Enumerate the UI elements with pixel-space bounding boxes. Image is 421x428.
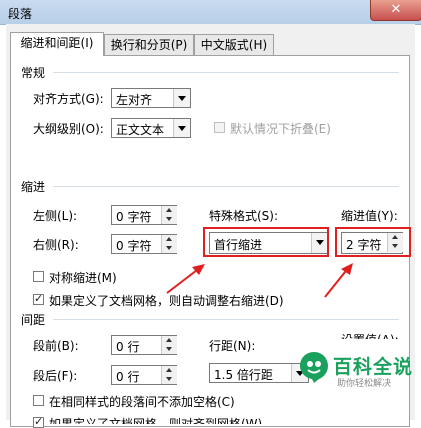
brand-logo-icon: [300, 352, 328, 383]
line-spacing-value: 1.5 倍行距: [214, 368, 273, 382]
alignment-select[interactable]: 左对齐: [111, 88, 191, 108]
outline-level-select[interactable]: 正文文本: [111, 118, 191, 138]
tab-asian-typography[interactable]: 中文版式(H): [194, 34, 274, 55]
chevron-down-icon[interactable]: [173, 119, 190, 137]
space-after-spinner[interactable]: 0 行: [111, 365, 177, 385]
auto-adjust-indent-label: 如果定义了文档网格，则自动调整右缩进(D): [49, 294, 284, 308]
dialog-title: 段落: [8, 7, 33, 21]
mirror-indents-checkbox[interactable]: [33, 271, 44, 282]
title-bar: 段落 ✕: [0, 0, 421, 25]
right-indent-label: 右侧(R):: [33, 238, 79, 252]
line-spacing-label: 行距(N):: [209, 339, 256, 353]
special-format-label: 特殊格式(S):: [209, 209, 279, 223]
spin-down-icon[interactable]: [161, 345, 177, 354]
line-spacing-at-label: 设置值(A):: [341, 331, 399, 339]
indent-by-label: 缩进值(Y):: [341, 209, 398, 223]
chevron-down-icon[interactable]: [173, 89, 190, 107]
spin-down-icon[interactable]: [161, 375, 177, 384]
brand-slogan: 助你轻松解决: [337, 379, 392, 389]
section-indent-heading: 缩进: [21, 180, 46, 194]
left-indent-spinner[interactable]: 0 字符: [111, 205, 177, 225]
space-before-label: 段前(B):: [33, 339, 79, 353]
annotation-highlight-indent-by: [335, 227, 411, 257]
collapse-label: 默认情况下折叠(E): [230, 122, 331, 136]
left-indent-value: 0 字符: [116, 210, 152, 224]
collapse-checkbox[interactable]: [214, 122, 225, 133]
space-after-label: 段后(F):: [33, 369, 78, 383]
tab-line-page-breaks[interactable]: 换行和分页(P): [104, 34, 194, 55]
divider: [53, 319, 399, 320]
outline-level-value: 正文文本: [116, 123, 165, 137]
section-general-heading: 常规: [21, 66, 46, 80]
tab-indent-spacing[interactable]: 缩进和间距(I): [10, 32, 104, 56]
divider: [53, 186, 399, 187]
right-indent-spinner[interactable]: 0 字符: [111, 234, 177, 254]
auto-adjust-indent-checkbox[interactable]: [33, 292, 44, 305]
space-before-spinner[interactable]: 0 行: [111, 335, 177, 355]
spin-down-icon[interactable]: [161, 215, 177, 224]
section-spacing-heading: 间距: [21, 313, 46, 327]
space-after-value: 0 行: [116, 370, 140, 384]
alignment-value: 左对齐: [116, 93, 153, 107]
left-indent-label: 左侧(L):: [33, 209, 78, 223]
annotation-arrow-right-icon: [324, 263, 353, 298]
alignment-label: 对齐方式(G):: [33, 92, 104, 106]
mirror-indents-label: 对称缩进(M): [49, 271, 117, 285]
no-space-same-style-checkbox[interactable]: [33, 395, 44, 406]
spin-down-icon[interactable]: [161, 244, 177, 253]
outline-level-label: 大纲级别(O):: [33, 122, 104, 136]
divider: [53, 72, 399, 73]
space-before-value: 0 行: [116, 340, 140, 354]
right-indent-value: 0 字符: [116, 239, 152, 253]
line-spacing-select[interactable]: 1.5 倍行距: [209, 363, 309, 383]
close-button[interactable]: ✕: [370, 0, 421, 21]
snap-to-grid-checkbox[interactable]: [33, 415, 44, 428]
no-space-same-style-label: 在相同样式的段落间不添加空格(C): [49, 395, 235, 409]
brand-watermark: 百科全说: [333, 356, 414, 378]
annotation-highlight-special: [203, 227, 329, 257]
